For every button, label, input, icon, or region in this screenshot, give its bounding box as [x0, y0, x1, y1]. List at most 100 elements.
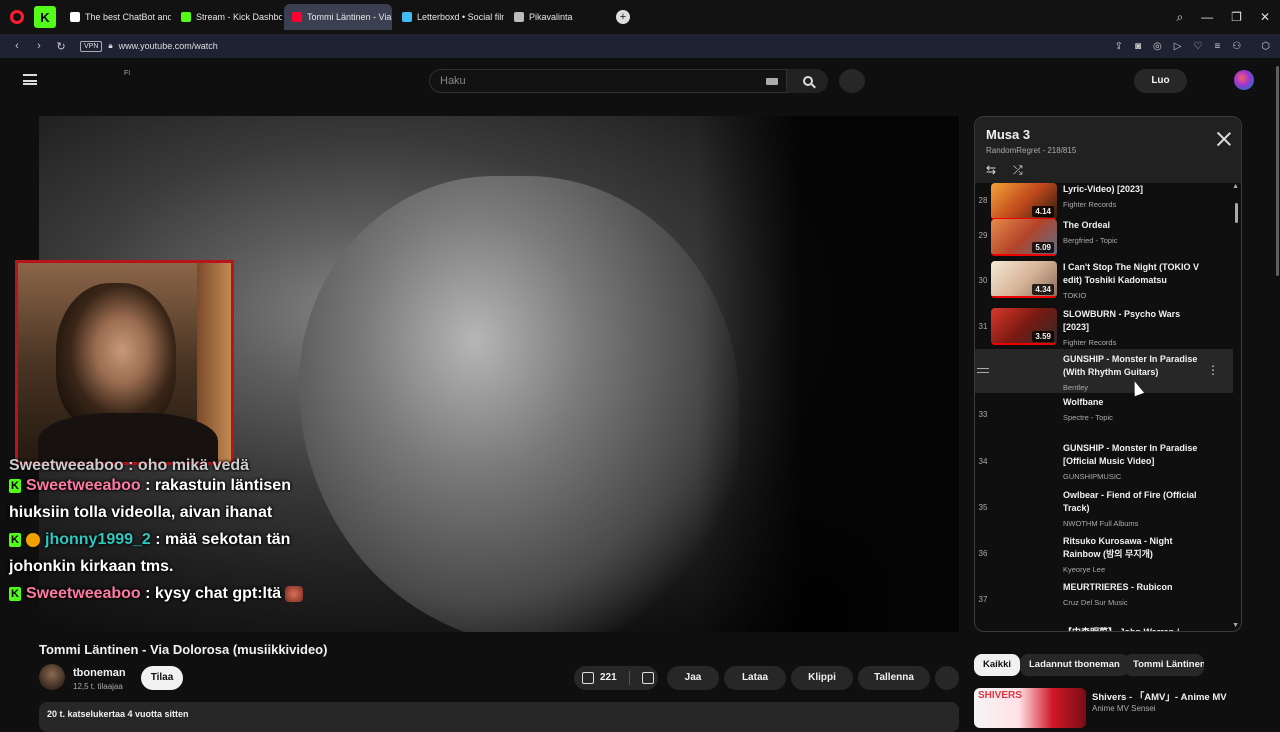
download-button[interactable]: Lataa — [724, 666, 786, 690]
tab-label: Letterboxd • Social film di — [417, 12, 504, 22]
playlist-item[interactable]: 【中森明菜】 John Warren / — [975, 622, 1233, 631]
hamburger-menu-icon[interactable] — [23, 74, 37, 85]
playlist-item[interactable]: ⋮ GUNSHIP - Monster In Paradise (With Rhy… — [975, 349, 1233, 393]
share-icon[interactable]: ⇪ — [1115, 41, 1123, 52]
playlist-item-channel[interactable]: Kyeorye Lee — [1063, 565, 1105, 574]
search-button[interactable] — [787, 69, 828, 93]
playlist-item[interactable]: 37 MEURTRIERES - Rubicon Cruz Del Sur Musi… — [975, 577, 1233, 622]
new-tab-plus-icon[interactable]: + — [616, 10, 630, 24]
dislike-thumb-icon[interactable] — [641, 672, 654, 684]
recommended-title[interactable]: Shivers - 「AMV」- Anime MV — [1092, 689, 1227, 703]
playlist-item-title[interactable]: Ritsuko Kurosawa - Night Rainbow (밤의 무지개… — [1063, 535, 1203, 561]
back-arrow-icon[interactable]: ‹ — [6, 40, 28, 52]
scroll-down-icon[interactable]: ▼ — [1232, 622, 1239, 629]
recommended-channel[interactable]: Anime MV Sensei — [1092, 704, 1156, 713]
profile-icon[interactable]: ⚇ — [1232, 41, 1241, 52]
playlist-item-title[interactable]: GUNSHIP - Monster In Paradise [Official … — [1063, 442, 1203, 468]
restore-icon[interactable]: ❐ — [1231, 10, 1242, 24]
subscribe-button[interactable]: Tilaa — [141, 666, 183, 690]
tab-search-icon[interactable]: ⌕ — [1176, 10, 1183, 25]
playlist-item-title[interactable]: GUNSHIP - Monster In Paradise (With Rhyt… — [1063, 353, 1203, 379]
like-thumb-icon[interactable] — [582, 672, 594, 684]
more-options-icon[interactable]: ⋮ — [1207, 363, 1219, 377]
reload-icon[interactable]: ↻ — [50, 40, 72, 53]
playlist-item-channel[interactable]: Fighter Records — [1063, 338, 1116, 347]
close-icon[interactable] — [1217, 132, 1231, 146]
playlist-item-title[interactable]: SLOWBURN - Psycho Wars [2023] — [1063, 308, 1203, 334]
browser-tab-kick[interactable]: Stream - Kick Dashboard — [173, 4, 282, 30]
create-button[interactable]: Luo — [1134, 69, 1187, 93]
kick-badge-icon: K — [9, 586, 21, 601]
playlist-item-title[interactable]: Wolfbane — [1063, 396, 1203, 409]
playlist-item-channel[interactable]: GUNSHIPMUSIC — [1063, 472, 1121, 481]
more-actions-button[interactable] — [935, 666, 959, 690]
playlist-item-channel[interactable]: Fighter Records — [1063, 200, 1116, 209]
clip-button[interactable]: Klippi — [791, 666, 853, 690]
save-button[interactable]: Tallenna — [858, 666, 930, 690]
playlist-item-title[interactable]: MEURTRIERES - Rubicon — [1063, 581, 1203, 594]
playlist-item-thumbnail[interactable]: 4.34 — [991, 261, 1057, 298]
snapshot-icon[interactable]: ◙ — [1135, 41, 1141, 52]
playlist-item-channel[interactable]: Bentley — [1063, 383, 1088, 392]
playlist-title[interactable]: Musa 3 — [986, 127, 1030, 142]
playlist-item-thumbnail[interactable]: 3.59 — [991, 308, 1057, 345]
channel-name[interactable]: tboneman — [73, 667, 126, 679]
watched-progress-bar — [991, 296, 1057, 298]
browser-tab-chatbot[interactable]: The best ChatBot and Wid — [62, 4, 171, 30]
shuffle-icon[interactable]: ⤮ — [1013, 163, 1023, 178]
browser-tab-letterboxd[interactable]: Letterboxd • Social film di — [394, 4, 504, 30]
opera-menu-button[interactable] — [0, 0, 34, 34]
share-button[interactable]: Jaa — [667, 666, 719, 690]
url-text[interactable]: www.youtube.com/watch — [119, 41, 218, 51]
channel-avatar[interactable] — [39, 664, 65, 690]
page-scrollbar[interactable] — [1276, 66, 1279, 276]
like-count[interactable]: 221 — [600, 666, 617, 690]
playlist-item-channel[interactable]: TOKIO — [1063, 291, 1086, 300]
drag-handle-icon[interactable] — [977, 368, 989, 373]
heart-icon[interactable]: ♡ — [1193, 41, 1202, 52]
vpn-badge[interactable]: VPN — [80, 40, 103, 52]
loop-icon[interactable]: ⇆ — [986, 163, 996, 177]
playlist-item-channel[interactable]: Spectre - Topic — [1063, 413, 1113, 422]
scroll-up-icon[interactable]: ▲ — [1232, 183, 1239, 190]
playlist-item-index: 36 — [978, 549, 988, 558]
playlist-item-title[interactable]: Owlbear - Fiend of Fire (Official Track) — [1063, 489, 1203, 515]
kick-pinned-tab-icon[interactable]: K — [34, 6, 56, 28]
shield-icon[interactable]: ◎ — [1153, 41, 1162, 52]
account-avatar[interactable] — [1234, 70, 1254, 90]
chip-all[interactable]: Kaikki — [974, 654, 1020, 676]
letterboxd-favicon-icon — [402, 12, 412, 22]
playlist-item-title[interactable]: 【中森明菜】 John Warren / — [1063, 626, 1203, 631]
playlist-scrollbar[interactable] — [1235, 203, 1238, 223]
description-box[interactable]: 20 t. katselukertaa 4 vuotta sitten — [39, 702, 959, 732]
playlist-item-channel[interactable]: NWOTHM Full Albums — [1063, 519, 1138, 528]
playlist-item-title[interactable]: Lyric-Video) [2023] — [1063, 183, 1203, 196]
address-bar-actions: ⇪ ◙ ◎ ▷ ♡ ≡ ⚇ ⬡ — [1115, 34, 1270, 58]
recommended-thumbnail[interactable]: SHIVERS — [974, 688, 1086, 728]
playlist-item-title[interactable]: I Can't Stop The Night (TOKIO V edit) To… — [1063, 261, 1203, 287]
close-window-icon[interactable]: ✕ — [1260, 10, 1270, 24]
playlist-item[interactable]: 34 GUNSHIP - Monster In Paradise [Officia… — [975, 438, 1233, 485]
playlist-item[interactable]: 33 Wolfbane Spectre - Topic — [975, 392, 1233, 438]
playlist-item-title[interactable]: The Ordeal — [1063, 219, 1203, 232]
playlist-item-channel[interactable]: Cruz Del Sur Music — [1063, 598, 1128, 607]
playlist-item-thumbnail[interactable]: 5.09 — [991, 219, 1057, 256]
playlist-item[interactable]: 30 4.34 I Can't Stop The Night (TOKIO V ed… — [975, 257, 1233, 304]
browser-tab-speed-dial[interactable]: Pikavalinta — [506, 4, 606, 30]
playlist-item[interactable]: 29 5.09 The Ordeal Bergfried - Topic — [975, 215, 1233, 257]
player-icon[interactable]: ▷ — [1174, 41, 1182, 52]
playlist-item[interactable]: 36 Ritsuko Kurosawa - Night Rainbow (밤의 무… — [975, 531, 1233, 577]
keyboard-icon[interactable] — [766, 78, 778, 85]
playlist-item[interactable]: 31 3.59 SLOWBURN - Psycho Wars [2023] Fight… — [975, 304, 1233, 349]
playlist-item[interactable]: 35 Owlbear - Fiend of Fire (Official Trac… — [975, 485, 1233, 531]
voice-search-button[interactable] — [839, 69, 865, 93]
forward-arrow-icon[interactable]: › — [28, 40, 50, 52]
easy-setup-icon[interactable]: ≡ — [1214, 41, 1220, 52]
minimize-icon[interactable]: — — [1201, 10, 1213, 24]
chip-artist[interactable]: Tommi Läntinen — [1124, 654, 1204, 676]
search-input[interactable]: Haku — [429, 69, 787, 93]
playlist-item-channel[interactable]: Bergfried - Topic — [1063, 236, 1117, 245]
extensions-icon[interactable]: ⬡ — [1261, 41, 1270, 52]
browser-tab-youtube[interactable]: Tommi Läntinen - Via — [284, 4, 392, 30]
chip-uploaded-by[interactable]: Ladannut tboneman — [1020, 654, 1129, 676]
